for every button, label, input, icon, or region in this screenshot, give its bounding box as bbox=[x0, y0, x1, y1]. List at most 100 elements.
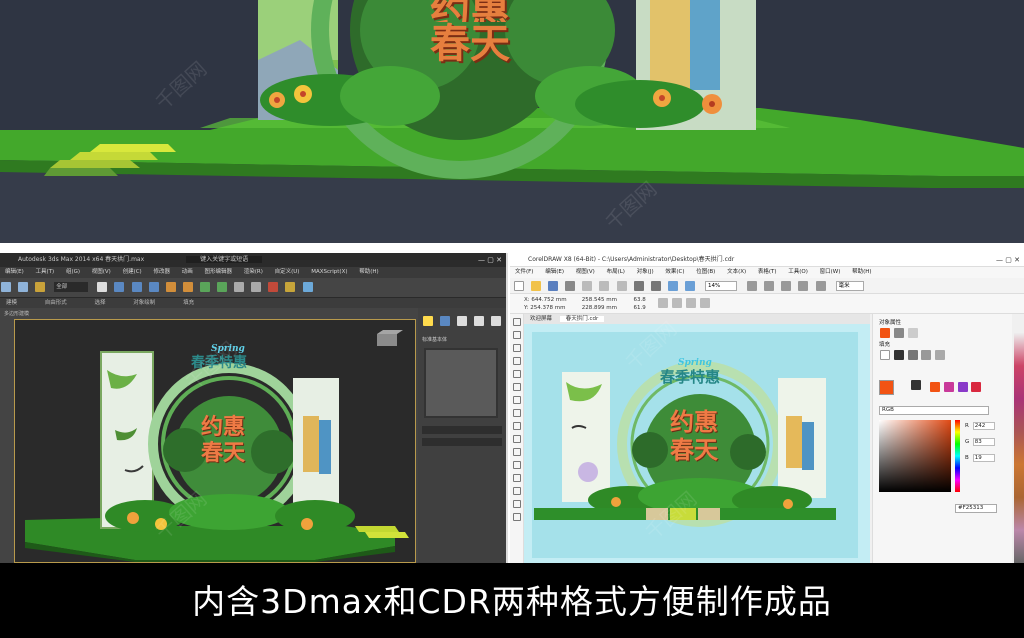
max-menu-item[interactable]: 工具(T) bbox=[31, 267, 60, 278]
fountain-fill-icon[interactable] bbox=[907, 350, 918, 360]
eyedropper-icon[interactable] bbox=[911, 380, 921, 390]
zoom-level-select[interactable]: 14% bbox=[705, 281, 738, 291]
cdr-menu-item[interactable]: 窗口(W) bbox=[815, 267, 846, 278]
link-icon[interactable] bbox=[35, 282, 46, 292]
max-menu-item[interactable]: 组(G) bbox=[61, 267, 85, 278]
import-icon[interactable] bbox=[667, 281, 678, 291]
max-menu-item[interactable]: 帮助(H) bbox=[354, 267, 383, 278]
snap-to-icon[interactable] bbox=[798, 281, 809, 291]
rectangle-tool-icon[interactable] bbox=[512, 396, 521, 404]
cdr-menu-item[interactable]: 文本(X) bbox=[722, 267, 751, 278]
snap-icon[interactable] bbox=[165, 282, 176, 292]
ribbon-tab[interactable]: 自由形式 bbox=[45, 300, 93, 306]
open-icon[interactable] bbox=[531, 281, 542, 291]
color-palette-strip[interactable] bbox=[1014, 333, 1024, 563]
rotate-object-icon[interactable] bbox=[672, 298, 682, 308]
max-menu-item[interactable]: 编辑(E) bbox=[0, 267, 29, 278]
freehand-tool-icon[interactable] bbox=[512, 370, 521, 378]
transparency-tool-icon[interactable] bbox=[512, 487, 521, 495]
swatch[interactable] bbox=[957, 382, 968, 392]
uniform-fill-icon[interactable] bbox=[893, 350, 904, 360]
minimize-icon[interactable]: — bbox=[996, 256, 1003, 264]
ribbon-tab[interactable]: 对象绘制 bbox=[133, 300, 181, 306]
connector-tool-icon[interactable] bbox=[512, 461, 521, 469]
print-icon[interactable] bbox=[565, 281, 576, 291]
eyedropper-tool-icon[interactable] bbox=[512, 500, 521, 508]
artistic-media-icon[interactable] bbox=[512, 383, 521, 391]
select-icon[interactable] bbox=[97, 282, 108, 292]
scale-x-field[interactable]: 63.8 bbox=[634, 296, 656, 304]
scale-icon[interactable] bbox=[148, 282, 159, 292]
tab-document[interactable]: 春天拱门.cdr bbox=[559, 316, 605, 322]
max-menu-item[interactable]: 图形编辑器 bbox=[199, 267, 237, 278]
cdr-menu-item[interactable]: 效果(C) bbox=[660, 267, 689, 278]
lock-ratio-icon[interactable] bbox=[658, 298, 669, 308]
redo-icon[interactable] bbox=[18, 282, 29, 292]
command-panel-field[interactable] bbox=[422, 438, 502, 446]
maximize-icon[interactable]: ▢ bbox=[1005, 256, 1012, 264]
command-panel-field[interactable] bbox=[422, 426, 502, 434]
display-tab-icon[interactable] bbox=[491, 316, 502, 326]
ribbon-tab[interactable]: 填充 bbox=[183, 300, 220, 306]
zoom-tool-icon[interactable] bbox=[512, 357, 521, 365]
modify-tab-icon[interactable] bbox=[440, 316, 451, 326]
max-selection-filter[interactable]: 全部 bbox=[54, 282, 89, 292]
close-icon[interactable]: ✕ bbox=[496, 256, 502, 264]
copy-icon[interactable] bbox=[599, 281, 610, 291]
mirror-vertical-icon[interactable] bbox=[699, 298, 710, 308]
cdr-drawing-canvas[interactable]: Spring 春季特惠 约惠 春天 bbox=[524, 324, 870, 563]
position-x-field[interactable]: X: 644.752 mm bbox=[524, 296, 580, 304]
layer-icon[interactable] bbox=[234, 282, 245, 292]
pick-tool-icon[interactable] bbox=[512, 318, 521, 326]
blue-value-field[interactable]: 19 bbox=[972, 454, 995, 462]
options-icon[interactable] bbox=[815, 281, 826, 291]
max-menu-item[interactable]: MAXScript(X) bbox=[306, 267, 352, 278]
max-menu-item[interactable]: 修改器 bbox=[148, 267, 175, 278]
full-screen-icon[interactable] bbox=[747, 281, 758, 291]
ribbon-tab[interactable]: 建模 bbox=[6, 300, 43, 306]
maximize-icon[interactable]: ▢ bbox=[487, 256, 494, 264]
cdr-menu-item[interactable]: 编辑(E) bbox=[540, 267, 569, 278]
max-perspective-viewport[interactable]: Spring 春季特惠 约惠 春天 bbox=[14, 319, 416, 563]
unit-select[interactable]: 毫米 bbox=[835, 281, 864, 291]
rotate-icon[interactable] bbox=[131, 282, 142, 292]
hex-value-field[interactable]: #F25313 bbox=[955, 504, 997, 513]
cut-icon[interactable] bbox=[582, 281, 593, 291]
cdr-menu-item[interactable]: 表格(T) bbox=[753, 267, 782, 278]
save-icon[interactable] bbox=[548, 281, 559, 291]
align-icon[interactable] bbox=[217, 282, 228, 292]
max-search-input[interactable]: 键入关键字或短语 bbox=[186, 256, 263, 263]
ellipse-tool-icon[interactable] bbox=[512, 409, 521, 417]
cdr-menu-item[interactable]: 帮助(H) bbox=[847, 267, 876, 278]
fill-tab-icon[interactable] bbox=[880, 328, 890, 338]
new-document-icon[interactable] bbox=[514, 281, 524, 291]
outline-tab-icon[interactable] bbox=[893, 328, 904, 338]
render-icon[interactable] bbox=[302, 282, 313, 292]
close-icon[interactable]: ✕ bbox=[1014, 256, 1020, 264]
parallel-dimension-icon[interactable] bbox=[512, 448, 521, 456]
cdr-menu-item[interactable]: 工具(O) bbox=[783, 267, 813, 278]
pattern-fill-icon[interactable] bbox=[921, 350, 932, 360]
object-width-field[interactable]: 258.545 mm bbox=[582, 296, 632, 304]
shape-tool-icon[interactable] bbox=[512, 331, 521, 339]
motion-tab-icon[interactable] bbox=[474, 316, 485, 326]
object-height-field[interactable]: 228.899 mm bbox=[582, 304, 632, 312]
max-menu-item[interactable]: 自定义(U) bbox=[270, 267, 305, 278]
hierarchy-tab-icon[interactable] bbox=[457, 316, 468, 326]
undo-icon[interactable] bbox=[633, 281, 644, 291]
cdr-menu-item[interactable]: 布局(L) bbox=[602, 267, 630, 278]
position-y-field[interactable]: Y: 254.378 mm bbox=[524, 304, 580, 312]
grid-icon[interactable] bbox=[781, 281, 792, 291]
swatch[interactable] bbox=[971, 382, 982, 392]
interactive-fill-icon[interactable] bbox=[512, 513, 521, 521]
material-editor-icon[interactable] bbox=[268, 282, 279, 292]
cdr-menu-item[interactable]: 对象(J) bbox=[632, 267, 659, 278]
export-icon[interactable] bbox=[684, 281, 695, 291]
max-menu-item[interactable]: 视图(V) bbox=[87, 267, 116, 278]
render-setup-icon[interactable] bbox=[285, 282, 296, 292]
green-value-field[interactable]: 83 bbox=[972, 438, 995, 446]
create-tab-icon[interactable] bbox=[423, 316, 433, 326]
mirror-icon[interactable] bbox=[199, 282, 210, 292]
command-panel-rollout[interactable]: 标准基本体 bbox=[422, 336, 447, 343]
polygon-tool-icon[interactable] bbox=[512, 422, 521, 430]
